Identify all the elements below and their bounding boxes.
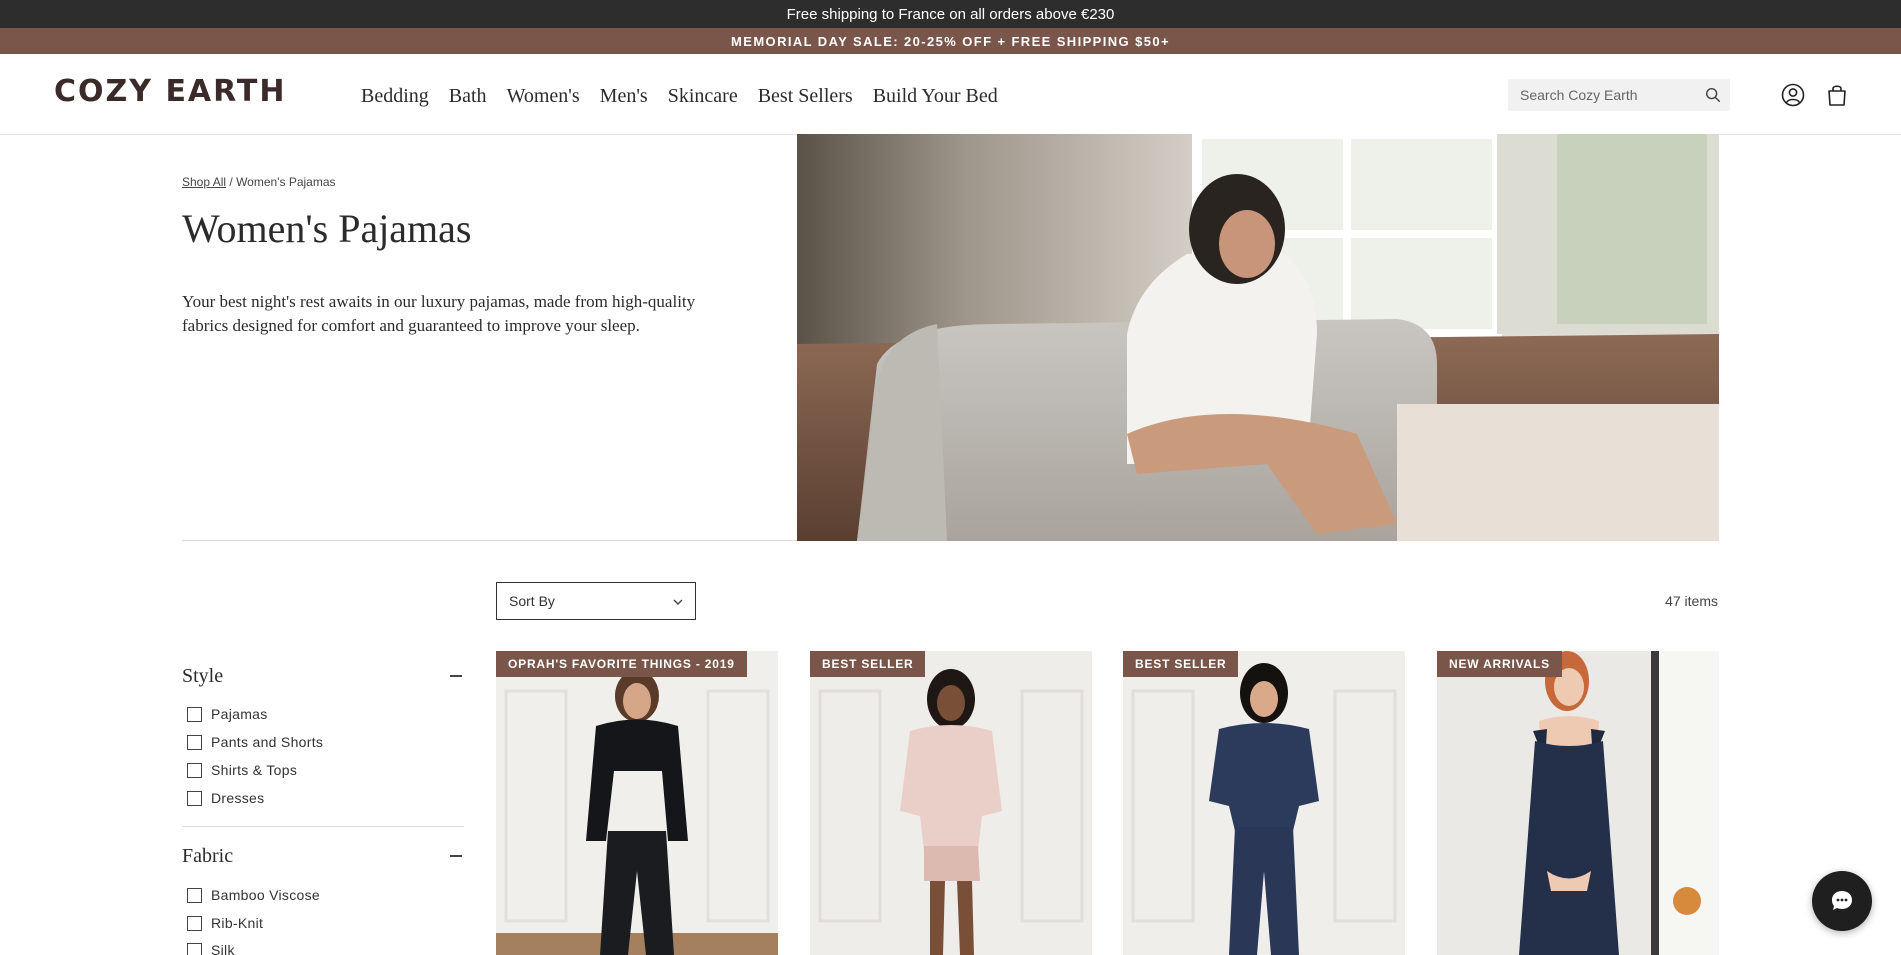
- filter-option-pajamas[interactable]: Pajamas: [187, 706, 268, 722]
- nav-mens[interactable]: Men's: [600, 85, 648, 108]
- sale-banner-text: MEMORIAL DAY SALE: 20-25% OFF + FREE SHI…: [731, 33, 1170, 49]
- filter-option-silk[interactable]: Silk: [187, 942, 235, 955]
- sale-banner[interactable]: MEMORIAL DAY SALE: 20-25% OFF + FREE SHI…: [0, 28, 1901, 54]
- collection-description: Your best night's rest awaits in our lux…: [182, 292, 696, 335]
- nav-womens[interactable]: Women's: [507, 85, 580, 108]
- nav-build-your-bed[interactable]: Build Your Bed: [873, 85, 998, 108]
- product-card[interactable]: BEST SELLER: [810, 651, 1092, 955]
- nav-bedding[interactable]: Bedding: [361, 85, 429, 108]
- breadcrumb: Shop All / Women's Pajamas: [182, 175, 336, 189]
- nav-best-sellers[interactable]: Best Sellers: [758, 85, 853, 108]
- product-image: [810, 651, 1092, 955]
- checkbox[interactable]: [187, 790, 202, 806]
- filter-fabric-collapse-icon[interactable]: [450, 855, 462, 857]
- search-icon[interactable]: [1704, 86, 1722, 104]
- product-card[interactable]: NEW ARRIVALS: [1437, 651, 1719, 955]
- filter-fabric-title[interactable]: Fabric: [182, 845, 233, 868]
- product-badge: OPRAH'S FAVORITE THINGS - 2019: [496, 651, 747, 677]
- product-card[interactable]: BEST SELLER: [1123, 651, 1405, 955]
- product-image: [1123, 651, 1405, 955]
- logo[interactable]: COZY EARTH: [54, 74, 286, 109]
- filter-style-collapse-icon[interactable]: [450, 675, 462, 677]
- product-card[interactable]: OPRAH'S FAVORITE THINGS - 2019: [496, 651, 778, 955]
- chat-widget-button[interactable]: [1812, 871, 1872, 931]
- chat-icon: [1832, 891, 1852, 910]
- product-badge: BEST SELLER: [810, 651, 926, 677]
- product-badge: NEW ARRIVALS: [1437, 651, 1562, 677]
- filter-option-label: Dresses: [211, 790, 265, 806]
- nav-bath[interactable]: Bath: [449, 85, 487, 108]
- announcement-text: Free shipping to France on all orders ab…: [786, 5, 1115, 23]
- breadcrumb-shop-all[interactable]: Shop All: [182, 175, 226, 189]
- announcement-bar: Free shipping to France on all orders ab…: [0, 0, 1901, 28]
- filter-divider: [182, 826, 464, 827]
- breadcrumb-current: Women's Pajamas: [236, 175, 336, 189]
- search-box: [1508, 79, 1730, 111]
- filter-option-label: Bamboo Viscose: [211, 887, 321, 903]
- filter-option-bamboo-viscose[interactable]: Bamboo Viscose: [187, 887, 320, 903]
- checkbox[interactable]: [187, 915, 202, 931]
- checkbox[interactable]: [187, 762, 202, 778]
- site-header: COZY EARTH Bedding Bath Women's Men's Sk…: [0, 54, 1901, 135]
- filter-option-rib-knit[interactable]: Rib-Knit: [187, 915, 263, 931]
- section-divider: [182, 540, 797, 541]
- filter-option-pants-shorts[interactable]: Pants and Shorts: [187, 734, 323, 750]
- filter-option-label: Rib-Knit: [211, 915, 264, 931]
- filter-option-shirts-tops[interactable]: Shirts & Tops: [187, 762, 297, 778]
- nav-skincare[interactable]: Skincare: [668, 85, 738, 108]
- item-count: 47 items: [1665, 593, 1718, 609]
- filter-option-label: Shirts & Tops: [211, 762, 298, 778]
- filter-option-label: Silk: [211, 942, 235, 955]
- sort-dropdown[interactable]: Sort By: [496, 582, 696, 620]
- product-image: [496, 651, 778, 955]
- account-icon[interactable]: [1780, 82, 1806, 108]
- hero-image: [797, 134, 1719, 541]
- checkbox[interactable]: [187, 706, 202, 722]
- product-badge: BEST SELLER: [1123, 651, 1239, 677]
- product-image: [1437, 651, 1719, 955]
- filter-option-label: Pants and Shorts: [211, 734, 324, 750]
- bag-icon[interactable]: [1824, 82, 1850, 108]
- chevron-down-icon: [673, 599, 683, 605]
- checkbox[interactable]: [187, 734, 202, 750]
- checkbox[interactable]: [187, 887, 202, 903]
- filter-option-dresses[interactable]: Dresses: [187, 790, 264, 806]
- breadcrumb-separator: /: [226, 175, 237, 189]
- page-title: Women's Pajamas: [182, 206, 472, 251]
- main-nav: Bedding Bath Women's Men's Skincare Best…: [361, 85, 1018, 108]
- filter-style-title[interactable]: Style: [182, 665, 223, 688]
- filter-option-label: Pajamas: [211, 706, 268, 722]
- sort-label: Sort By: [509, 593, 555, 609]
- checkbox[interactable]: [187, 942, 202, 955]
- search-input[interactable]: [1520, 87, 1705, 103]
